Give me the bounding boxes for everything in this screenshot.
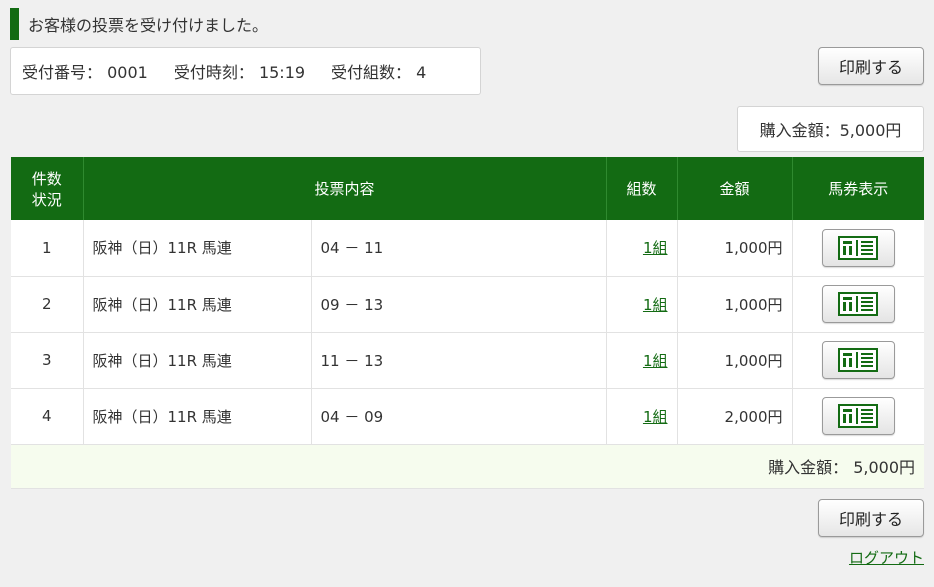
table-row: 4 阪神（日）11R 馬連 04 － 09 1組 2,000円 (11, 388, 924, 445)
row-horse-numbers: 09 － 13 (311, 276, 607, 333)
row-race: 阪神（日）11R 馬連 (83, 220, 312, 277)
row-amount: 1,000円 (677, 220, 793, 277)
header-count-status: 件数 状況 (11, 157, 84, 220)
row-race: 阪神（日）11R 馬連 (83, 332, 312, 389)
header-amount: 金額 (677, 157, 793, 220)
ticket-view-button[interactable] (821, 285, 895, 323)
table-footer-total: 購入金額： 5,000円 (11, 444, 924, 489)
ticket-view-button[interactable] (821, 397, 895, 435)
row-horse-numbers: 11 － 13 (311, 332, 607, 389)
row-race: 阪神（日）11R 馬連 (83, 276, 312, 333)
receipt-time-value: 15:19 (258, 63, 306, 82)
notice-accent-bar (10, 8, 19, 40)
notice-message: お客様の投票を受け付けました。 (28, 16, 269, 35)
row-ticket-cell (792, 332, 924, 389)
row-kumi-cell: 1組 (606, 332, 678, 389)
ticket-icon (838, 235, 879, 260)
ticket-view-button[interactable] (821, 341, 895, 379)
table-row: 1 阪神（日）11R 馬連 04 － 11 1組 1,000円 (11, 220, 924, 277)
receipt-number: 受付番号： 0001 (22, 59, 148, 83)
receipt-count: 受付組数： 4 (331, 59, 426, 83)
row-number: 4 (11, 388, 84, 445)
row-kumi-cell: 1組 (606, 276, 678, 333)
ticket-icon (838, 404, 879, 428)
row-kumi-link[interactable]: 1組 (643, 239, 668, 257)
header-kumi: 組数 (606, 157, 678, 220)
receipt-number-value: 0001 (107, 63, 148, 82)
receipt-time: 受付時刻： 15:19 (174, 59, 305, 83)
row-horse-numbers: 04 － 11 (311, 220, 607, 277)
print-button-bottom[interactable]: 印刷する (818, 499, 924, 537)
footer-total-value: 5,000円 (853, 458, 915, 477)
purchase-total-value: 5,000円 (839, 121, 902, 140)
receipt-count-label: 受付組数： (331, 63, 412, 82)
bet-table-header: 件数 状況 投票内容 組数 金額 馬券表示 (11, 157, 924, 220)
row-amount: 2,000円 (677, 388, 793, 445)
receipt-count-value: 4 (416, 63, 427, 82)
row-ticket-cell (792, 276, 924, 333)
row-ticket-cell (792, 388, 924, 445)
row-number: 2 (11, 276, 84, 333)
header-status-label: 状況 (31, 190, 62, 209)
row-amount: 1,000円 (677, 332, 793, 389)
header-ticket: 馬券表示 (792, 157, 924, 220)
logout-link[interactable]: ログアウト (849, 547, 924, 568)
row-horse-numbers: 04 － 09 (311, 388, 607, 445)
purchase-total-box: 購入金額： 5,000円 (737, 106, 924, 152)
row-kumi-cell: 1組 (606, 388, 678, 445)
row-kumi-link[interactable]: 1組 (643, 352, 668, 370)
row-kumi-link[interactable]: 1組 (643, 296, 668, 314)
footer-total-label: 購入金額： (768, 458, 849, 477)
header-count-label: 件数 (31, 169, 62, 188)
print-button-top[interactable]: 印刷する (818, 47, 924, 85)
row-number: 1 (11, 220, 84, 277)
header-bet-content: 投票内容 (83, 157, 607, 220)
ticket-icon (838, 348, 879, 372)
bet-table: 件数 状況 投票内容 組数 金額 馬券表示 1 阪神（日）11R 馬連 04 － 1… (11, 157, 924, 489)
ticket-icon (838, 292, 879, 316)
table-row: 3 阪神（日）11R 馬連 11 － 13 1組 1,000円 (11, 332, 924, 389)
row-amount: 1,000円 (677, 276, 793, 333)
footer-total-cell: 購入金額： 5,000円 (11, 444, 924, 489)
receipt-time-label: 受付時刻： (173, 63, 254, 82)
row-number: 3 (11, 332, 84, 389)
purchase-total-label: 購入金額： (759, 121, 840, 140)
row-kumi-cell: 1組 (606, 220, 678, 277)
row-ticket-cell (792, 220, 924, 277)
receipt-info-box: 受付番号： 0001 受付時刻： 15:19 受付組数： 4 (10, 47, 481, 95)
row-race: 阪神（日）11R 馬連 (83, 388, 312, 445)
ticket-view-button[interactable] (821, 228, 895, 267)
notice-banner: お客様の投票を受け付けました。 (10, 8, 268, 40)
receipt-number-label: 受付番号： (22, 63, 103, 82)
table-row: 2 阪神（日）11R 馬連 09 － 13 1組 1,000円 (11, 276, 924, 333)
row-kumi-link[interactable]: 1組 (643, 408, 668, 426)
